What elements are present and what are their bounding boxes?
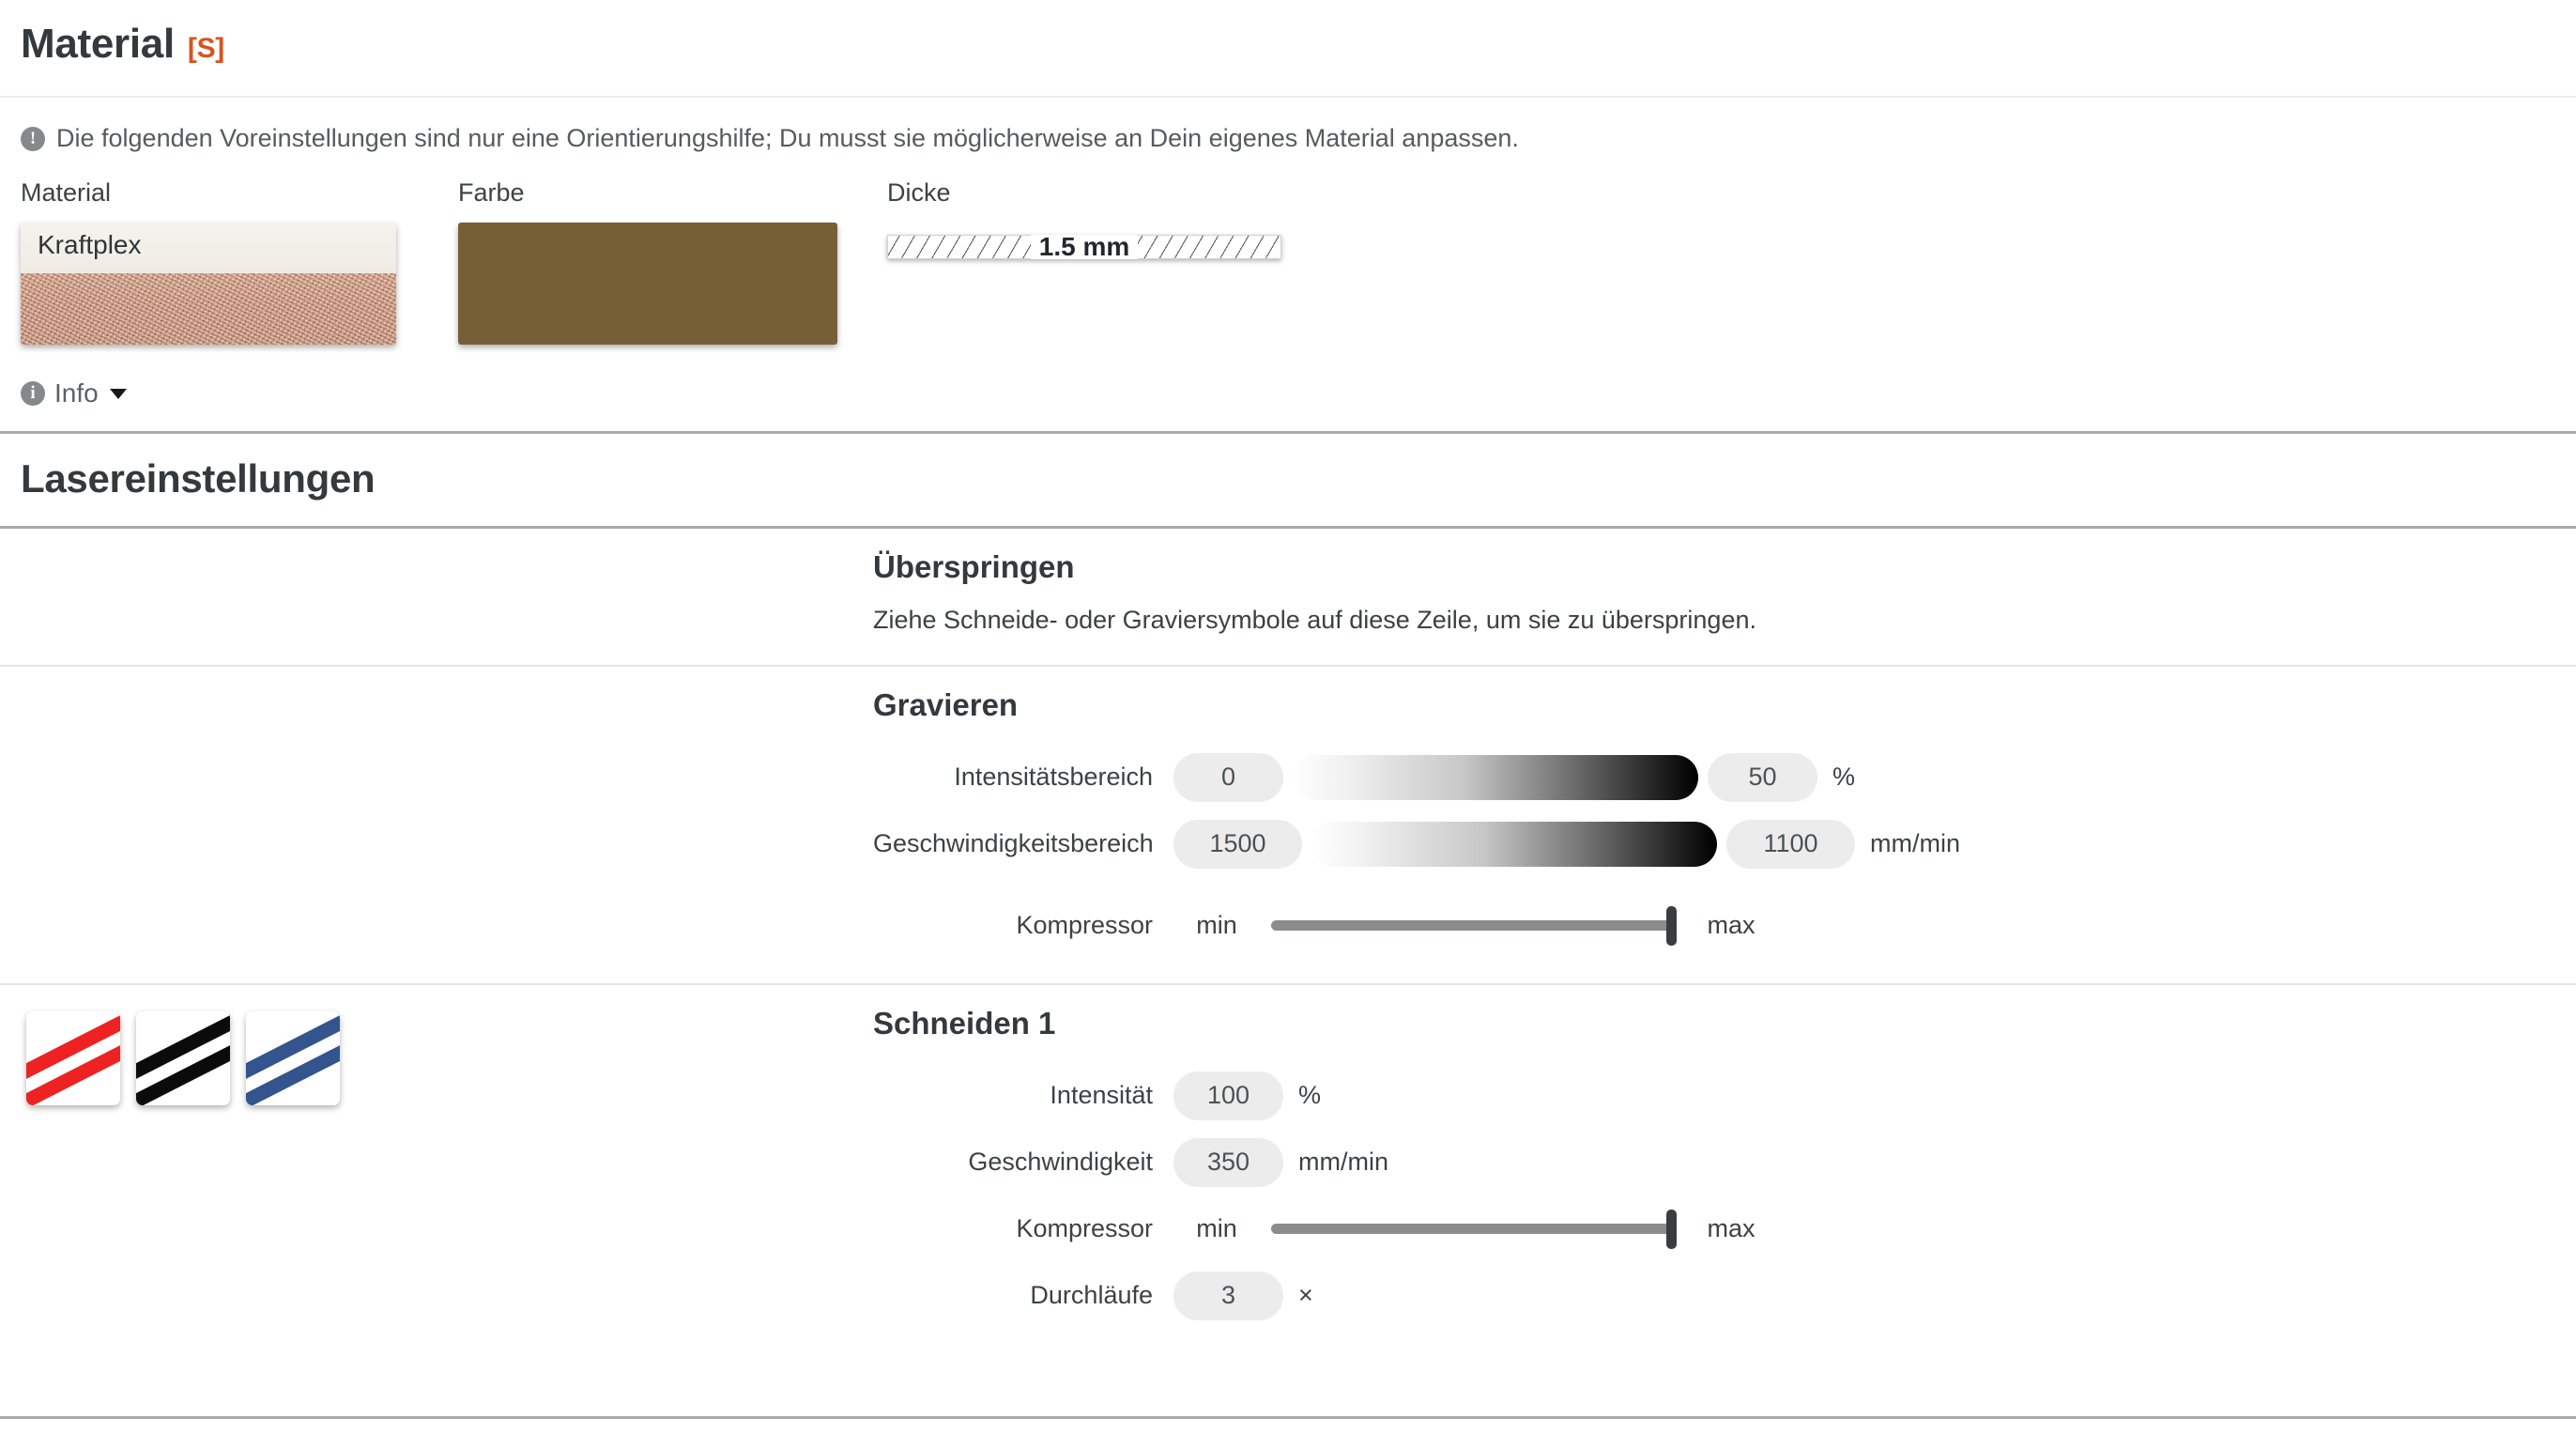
engrave-compressor-rail (1271, 920, 1677, 931)
param-row-cut-intensity: Intensität 100 % (873, 1062, 2576, 1129)
cut-symbol-black[interactable] (136, 1011, 230, 1105)
cut-1-icon-slot[interactable] (0, 985, 873, 1105)
cut-compressor-max-label: max (1707, 1214, 1756, 1242)
engrave-compressor-label: Kompressor (1016, 911, 1153, 939)
thickness-wrap: 1.5 mm (887, 223, 2555, 345)
cut-compressor-min-label: min (1196, 1214, 1237, 1242)
intensity-range-unit: % (1832, 763, 1856, 791)
speed-range-unit: mm/min (1870, 829, 1960, 857)
cut-speed-input[interactable]: 350 (1173, 1137, 1283, 1187)
engrave-title: Gravieren (873, 687, 1019, 722)
cut-1-title: Schneiden 1 (873, 1006, 1056, 1041)
skip-title: Überspringen (873, 549, 1075, 584)
skip-dropzone[interactable] (0, 529, 873, 555)
color-picker-group: Farbe (458, 177, 887, 345)
speed-range-label: Geschwindigkeitsbereich (873, 829, 1154, 857)
color-swatch[interactable] (458, 223, 837, 345)
thickness-value: 1.5 mm (1030, 234, 1139, 260)
laser-section-header: Lasereinstellungen (0, 434, 2576, 526)
cut-compressor-rail (1271, 1224, 1677, 1234)
cut-speed-unit: mm/min (1298, 1148, 1388, 1176)
material-name: Kraftplex (38, 230, 142, 259)
cut-symbol-red[interactable] (26, 1011, 120, 1105)
speed-range-from-input[interactable]: 1500 (1173, 819, 1302, 869)
preset-notice: ! Die folgenden Voreinstellungen sind nu… (0, 98, 2576, 174)
param-row-speed-range: Geschwindigkeitsbereich 1500 1100 mm/min (873, 810, 2576, 877)
material-pickers-row: Material Kraftplex Farbe Dicke 1.5 mm (0, 174, 2576, 345)
thickness-picker-group: Dicke 1.5 mm (887, 177, 2555, 345)
speed-range-gradient-slider[interactable] (1311, 821, 1717, 867)
cut-compressor-thumb[interactable] (1666, 1209, 1677, 1249)
material-texture-image (21, 273, 396, 345)
engrave-compressor-min-label: min (1196, 911, 1237, 939)
material-picker-label: Material (21, 178, 112, 207)
cut-compressor-slider[interactable] (1271, 1209, 1677, 1249)
cut-passes-unit: × (1298, 1281, 1313, 1309)
cut-speed-label: Geschwindigkeit (968, 1148, 1153, 1176)
material-settings-page: Material [S] ! Die folgenden Voreinstell… (0, 0, 2576, 1449)
operation-row-cut-1[interactable]: Schneiden 1 Intensität 100 % Geschwindig… (0, 985, 2576, 1353)
engrave-icon-slot[interactable] (0, 667, 873, 693)
page-title-text: Material (21, 21, 175, 67)
laser-section-title: Lasereinstellungen (21, 456, 376, 501)
param-row-engrave-compressor: Kompressor min max (873, 892, 2576, 959)
thickness-selector[interactable]: 1.5 mm (887, 234, 1281, 260)
intensity-range-gradient-slider[interactable] (1293, 754, 1698, 800)
cut-compressor-label: Kompressor (1016, 1214, 1153, 1242)
skip-description: Ziehe Schneide- oder Graviersymbole auf … (873, 606, 1756, 634)
intensity-range-to-input[interactable]: 50 (1708, 752, 1817, 802)
exclamation-circle-icon: ! (21, 126, 45, 151)
material-section-header: Material [S] (0, 0, 2576, 96)
material-swatch-card[interactable]: Kraftplex (21, 223, 396, 345)
cut-intensity-label: Intensität (1050, 1081, 1153, 1109)
engrave-body: Gravieren Intensitätsbereich 0 50 % Gesc… (873, 667, 2576, 983)
title-badge: [S] (187, 33, 224, 64)
skip-body: Überspringen Ziehe Schneide- oder Gravie… (873, 529, 2576, 665)
cut-1-body: Schneiden 1 Intensität 100 % Geschwindig… (873, 985, 2576, 1353)
intensity-range-from-input[interactable]: 0 (1173, 752, 1283, 802)
cut-passes-input[interactable]: 3 (1173, 1271, 1283, 1320)
divider-bottom (0, 1416, 2576, 1419)
info-toggle-label: Info (54, 378, 99, 408)
cut-symbol-blue[interactable] (246, 1011, 340, 1105)
param-row-cut-compressor: Kompressor min max (873, 1195, 2576, 1262)
param-row-cut-speed: Geschwindigkeit 350 mm/min (873, 1129, 2576, 1195)
cut-intensity-unit: % (1298, 1081, 1322, 1109)
engrave-compressor-slider[interactable] (1271, 905, 1677, 946)
operation-row-engrave[interactable]: Gravieren Intensitätsbereich 0 50 % Gesc… (0, 667, 2576, 983)
operation-row-skip[interactable]: Überspringen Ziehe Schneide- oder Gravie… (0, 529, 2576, 665)
info-toggle[interactable]: i Info (0, 345, 147, 431)
page-title: Material [S] (21, 21, 2555, 68)
param-row-intensity-range: Intensitätsbereich 0 50 % (873, 744, 2576, 810)
info-circle-icon: i (21, 381, 45, 406)
speed-range-to-input[interactable]: 1100 (1726, 819, 1855, 869)
param-row-cut-passes: Durchläufe 3 × (873, 1262, 2576, 1329)
preset-notice-text: Die folgenden Voreinstellungen sind nur … (56, 124, 1519, 152)
material-picker-group: Material Kraftplex (21, 177, 458, 345)
intensity-range-label: Intensitätsbereich (954, 763, 1153, 791)
cut-intensity-input[interactable]: 100 (1173, 1071, 1283, 1120)
chevron-down-icon (109, 388, 127, 399)
color-picker-label: Farbe (458, 178, 525, 207)
cut-passes-label: Durchläufe (1030, 1281, 1153, 1309)
engrave-compressor-thumb[interactable] (1666, 905, 1677, 946)
thickness-picker-label: Dicke (887, 178, 951, 207)
engrave-compressor-max-label: max (1707, 911, 1756, 939)
